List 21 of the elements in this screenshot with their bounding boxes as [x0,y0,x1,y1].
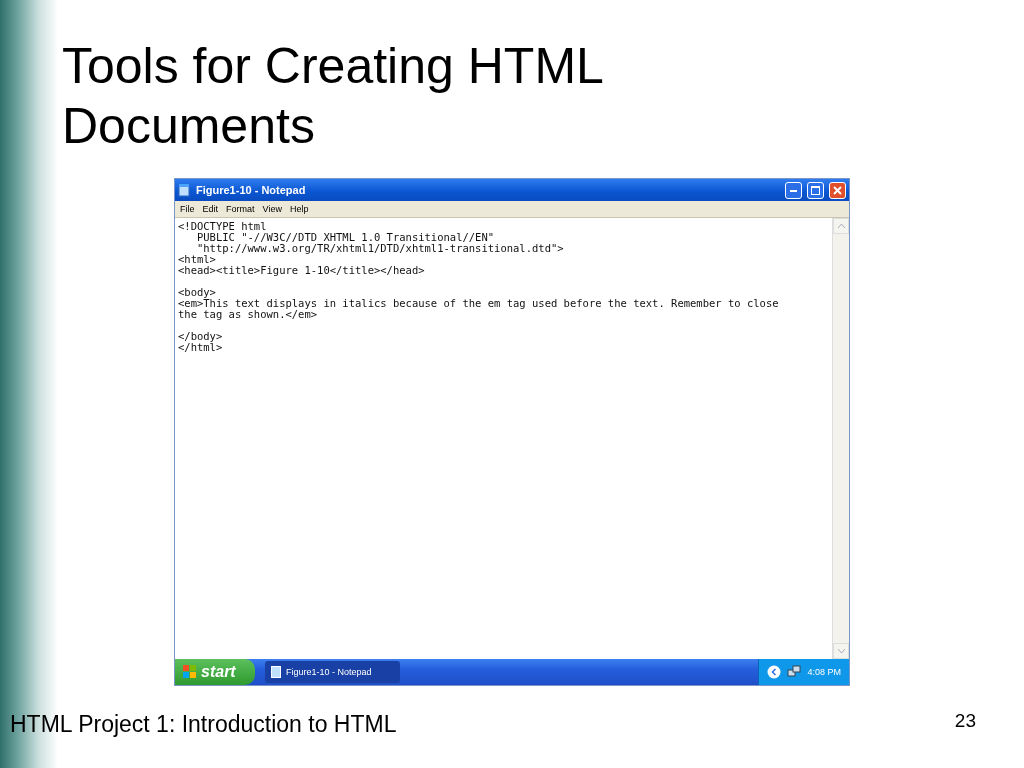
code-line: </body> [178,331,224,342]
page-number: 23 [954,710,976,732]
slide-title: Tools for Creating HTML Documents [62,37,603,156]
taskbar-button[interactable]: Figure1-10 - Notepad [265,661,400,683]
code-line: </html> [178,342,224,353]
code-line: <em>This text displays in italics because of the em tag used before the text. Remember to close [178,298,780,309]
code-line: the tag as shown.</em> [178,309,319,320]
code-line: <head><title>Figure 1-10</title></head> [178,265,426,276]
menu-item[interactable]: Format [226,204,255,214]
clock: 4:08 PM [807,667,841,677]
menu-item[interactable]: Help [289,204,309,214]
menu-item[interactable]: View [262,204,282,214]
slide-footer: HTML Project 1: Introduction to HTML [10,711,397,738]
menu-item[interactable]: Edit [202,204,219,214]
code-line: <body> [178,287,216,298]
code-line: PUBLIC "-//W3C//DTD XHTML 1.0 Transitional//EN" [195,232,496,243]
code-line: "http://www.w3.org/TR/xhtml1/DTD/xhtml1-transitional.dtd"> [196,243,565,254]
menu-item[interactable]: File [180,204,195,214]
window-title: Figure1-10 - Notepad [196,184,307,196]
code-line: <html> [178,254,216,265]
code-line: <!DOCTYPE html [178,221,268,232]
